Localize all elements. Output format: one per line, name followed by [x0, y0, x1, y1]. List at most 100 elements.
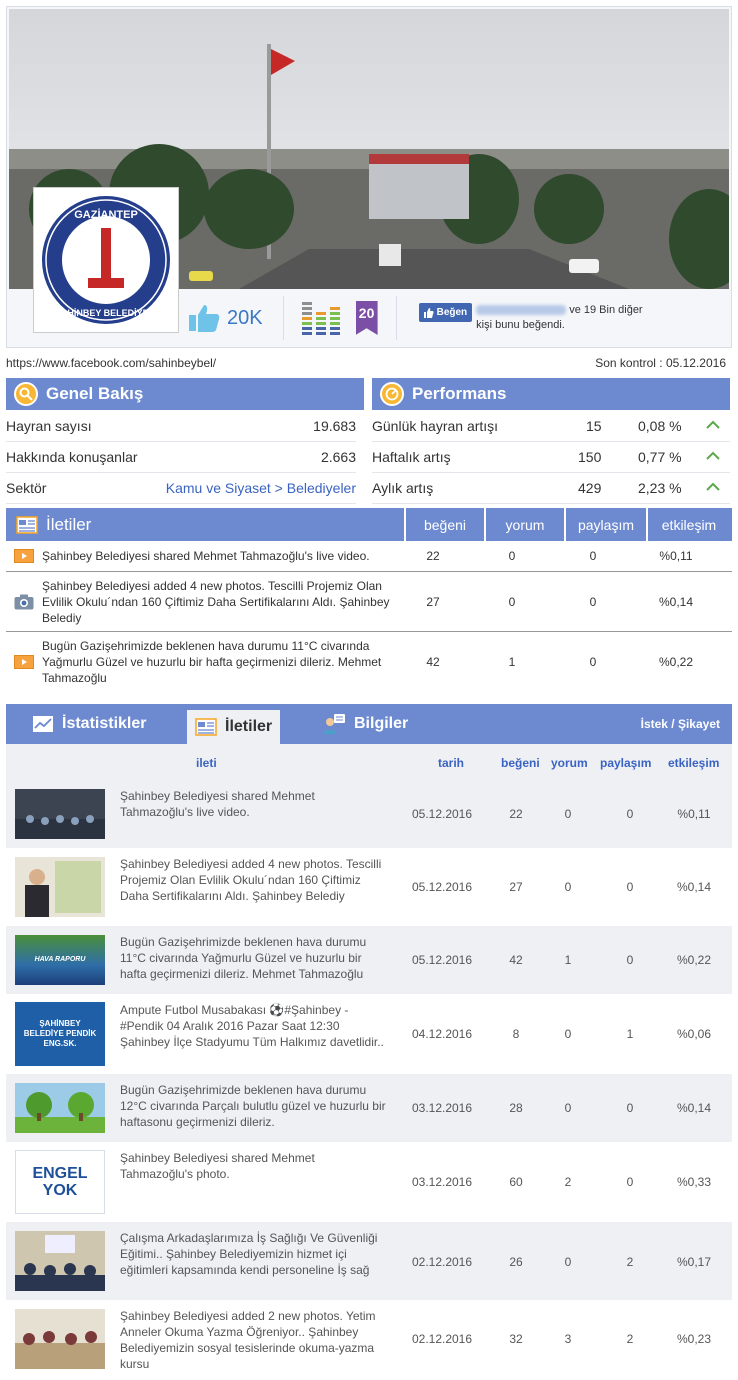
post-row[interactable]: Şahinbey Belediyesi shared Mehmet Tahmaz…: [6, 541, 732, 572]
overview-label: Hakkında konuşanlar: [6, 449, 138, 465]
post-text: Şahinbey Belediyesi shared Mehmet Tahmaz…: [42, 549, 370, 563]
row-comments: 1: [564, 953, 572, 967]
post-comments: 0: [508, 594, 516, 609]
post-thumbnail[interactable]: [15, 857, 105, 917]
table-row[interactable]: Şahinbey Belediyesi added 4 new photos. …: [6, 848, 732, 926]
row-comments: 2: [564, 1175, 572, 1189]
th-likes[interactable]: beğeni: [501, 756, 540, 770]
tab-info[interactable]: Bilgiler: [322, 704, 408, 744]
performance-value: 429: [578, 480, 602, 496]
post-text: Şahinbey Belediyesi added 4 new photos. …: [42, 578, 390, 625]
col-likes[interactable]: beğeni: [404, 508, 484, 541]
post-thumbnail[interactable]: HAVA RAPORU: [15, 935, 105, 985]
row-likes: 8: [512, 1027, 520, 1041]
th-post[interactable]: ileti: [196, 756, 217, 770]
row-date: 05.12.2016: [411, 953, 473, 967]
row-engagement: %0,17: [676, 1255, 712, 1269]
post-thumbnail[interactable]: [15, 789, 105, 839]
post-shares: 0: [589, 549, 597, 563]
blurred-friend-name: [476, 305, 567, 316]
page-stats: 20K 20 Beğen ve 19 Bin diğer kişi bunu b…: [183, 289, 657, 347]
post-row[interactable]: Bugün Gazişehrimizde beklenen hava durum…: [6, 632, 732, 692]
row-text: Çalışma Arkadaşlarımıza İş Sağlığı Ve Gü…: [120, 1231, 378, 1277]
request-complaint-link[interactable]: İstek / Şikayet: [641, 704, 720, 744]
overview-row: Sektör Kamu ve Siyaset > Belediyeler: [6, 473, 356, 504]
table-row[interactable]: Çalışma Arkadaşlarımıza İş Sağlığı Ve Gü…: [6, 1222, 732, 1300]
row-likes: 32: [509, 1332, 523, 1346]
thumbs-up-icon: [189, 305, 220, 332]
video-icon: [14, 549, 34, 563]
performance-label: Haftalık artış: [372, 449, 451, 465]
row-likes: 26: [509, 1255, 523, 1269]
chevron-up-icon: [706, 482, 720, 491]
tab-statistics-label: İstatistikler: [62, 715, 147, 732]
row-comments: 3: [564, 1332, 572, 1346]
table-row[interactable]: HAVA RAPORU Bugün Gazişehrimizde beklene…: [6, 926, 732, 994]
row-text: Bugün Gazişehrimizde beklenen hava durum…: [120, 935, 367, 981]
tab-posts-label: İletiler: [225, 718, 273, 735]
table-row[interactable]: Bugün Gazişehrimizde beklenen hava durum…: [6, 1074, 732, 1142]
performance-pct: 0,77 %: [638, 449, 682, 465]
overview-value: 2.663: [320, 449, 356, 465]
row-engagement: %0,14: [676, 880, 712, 894]
tab-statistics[interactable]: İstatistikler: [32, 704, 146, 744]
thumbnail-text: HAVA RAPORU: [34, 956, 86, 963]
row-date: 03.12.2016: [411, 1175, 473, 1189]
th-comments[interactable]: yorum: [551, 756, 588, 770]
thumbnail-text: ŞAHİNBEY BELEDİYE PENDİK ENG.SK.: [23, 1019, 97, 1048]
row-comments: 0: [564, 880, 572, 894]
sector-link[interactable]: Kamu ve Siyaset > Belediyeler: [166, 480, 356, 496]
row-likes: 28: [509, 1101, 523, 1115]
post-thumbnail[interactable]: ENGEL YOK: [15, 1150, 105, 1214]
row-engagement: %0,14: [676, 1101, 712, 1115]
performance-row: Günlük hayran artışı 15 0,08 %: [372, 411, 730, 442]
user-info-icon: [323, 714, 345, 734]
post-thumbnail[interactable]: [15, 1309, 105, 1369]
row-shares: 1: [626, 1027, 634, 1041]
post-thumbnail[interactable]: [15, 1083, 105, 1133]
table-row[interactable]: ENGEL YOK Şahinbey Belediyesi shared Meh…: [6, 1142, 732, 1222]
row-likes: 27: [509, 880, 523, 894]
post-thumbnail[interactable]: [15, 1231, 105, 1291]
row-likes: 22: [509, 807, 523, 821]
news-icon: [195, 718, 217, 736]
performance-row: Haftalık artış 150 0,77 %: [372, 442, 730, 473]
table-row[interactable]: Şahinbey Belediyesi added 2 new photos. …: [6, 1300, 732, 1378]
row-shares: 0: [626, 1101, 634, 1115]
overview-label: Hayran sayısı: [6, 418, 92, 434]
like-icon: [423, 307, 434, 318]
post-engagement: %0,22: [658, 655, 694, 669]
col-engagement[interactable]: etkileşim: [646, 508, 730, 541]
row-date: 05.12.2016: [411, 880, 473, 894]
table-row[interactable]: Şahinbey Belediyesi shared Mehmet Tahmaz…: [6, 780, 732, 848]
col-shares[interactable]: paylaşım: [564, 508, 646, 541]
post-thumbnail[interactable]: ŞAHİNBEY BELEDİYE PENDİK ENG.SK.: [15, 1002, 105, 1066]
th-date[interactable]: tarih: [438, 756, 464, 770]
row-comments: 0: [564, 1101, 572, 1115]
row-text: Şahinbey Belediyesi shared Mehmet Tahmaz…: [120, 789, 315, 819]
row-engagement: %0,23: [676, 1332, 712, 1346]
row-shares: 2: [626, 1255, 634, 1269]
th-engagement[interactable]: etkileşim: [668, 756, 719, 770]
row-comments: 0: [564, 1255, 572, 1269]
page-logo[interactable]: GAZİANTEP ŞAHİNBEY BELEDİYESİ: [33, 187, 179, 333]
gauge-icon: [380, 382, 404, 406]
row-date: 05.12.2016: [411, 807, 473, 821]
th-shares[interactable]: paylaşım: [600, 756, 651, 770]
thumbnail-text: ENGEL YOK: [32, 1165, 88, 1199]
row-engagement: %0,33: [676, 1175, 712, 1189]
page-url[interactable]: https://www.facebook.com/sahinbeybel/: [6, 356, 216, 370]
col-comments[interactable]: yorum: [484, 508, 564, 541]
performance-pct: 0,08 %: [638, 418, 682, 434]
news-icon: [16, 515, 38, 534]
fb-like-button[interactable]: Beğen: [418, 303, 473, 322]
row-engagement: %0,22: [676, 953, 712, 967]
performance-title: Performans: [412, 384, 507, 403]
row-likes: 60: [509, 1175, 523, 1189]
row-text: Şahinbey Belediyesi added 4 new photos. …: [120, 857, 382, 903]
post-row[interactable]: Şahinbey Belediyesi added 4 new photos. …: [6, 572, 732, 632]
performance-pct: 2,23 %: [638, 480, 682, 496]
tab-posts[interactable]: İletiler: [187, 710, 281, 744]
row-shares: 0: [626, 953, 634, 967]
table-row[interactable]: ŞAHİNBEY BELEDİYE PENDİK ENG.SK. Ampute …: [6, 994, 732, 1074]
